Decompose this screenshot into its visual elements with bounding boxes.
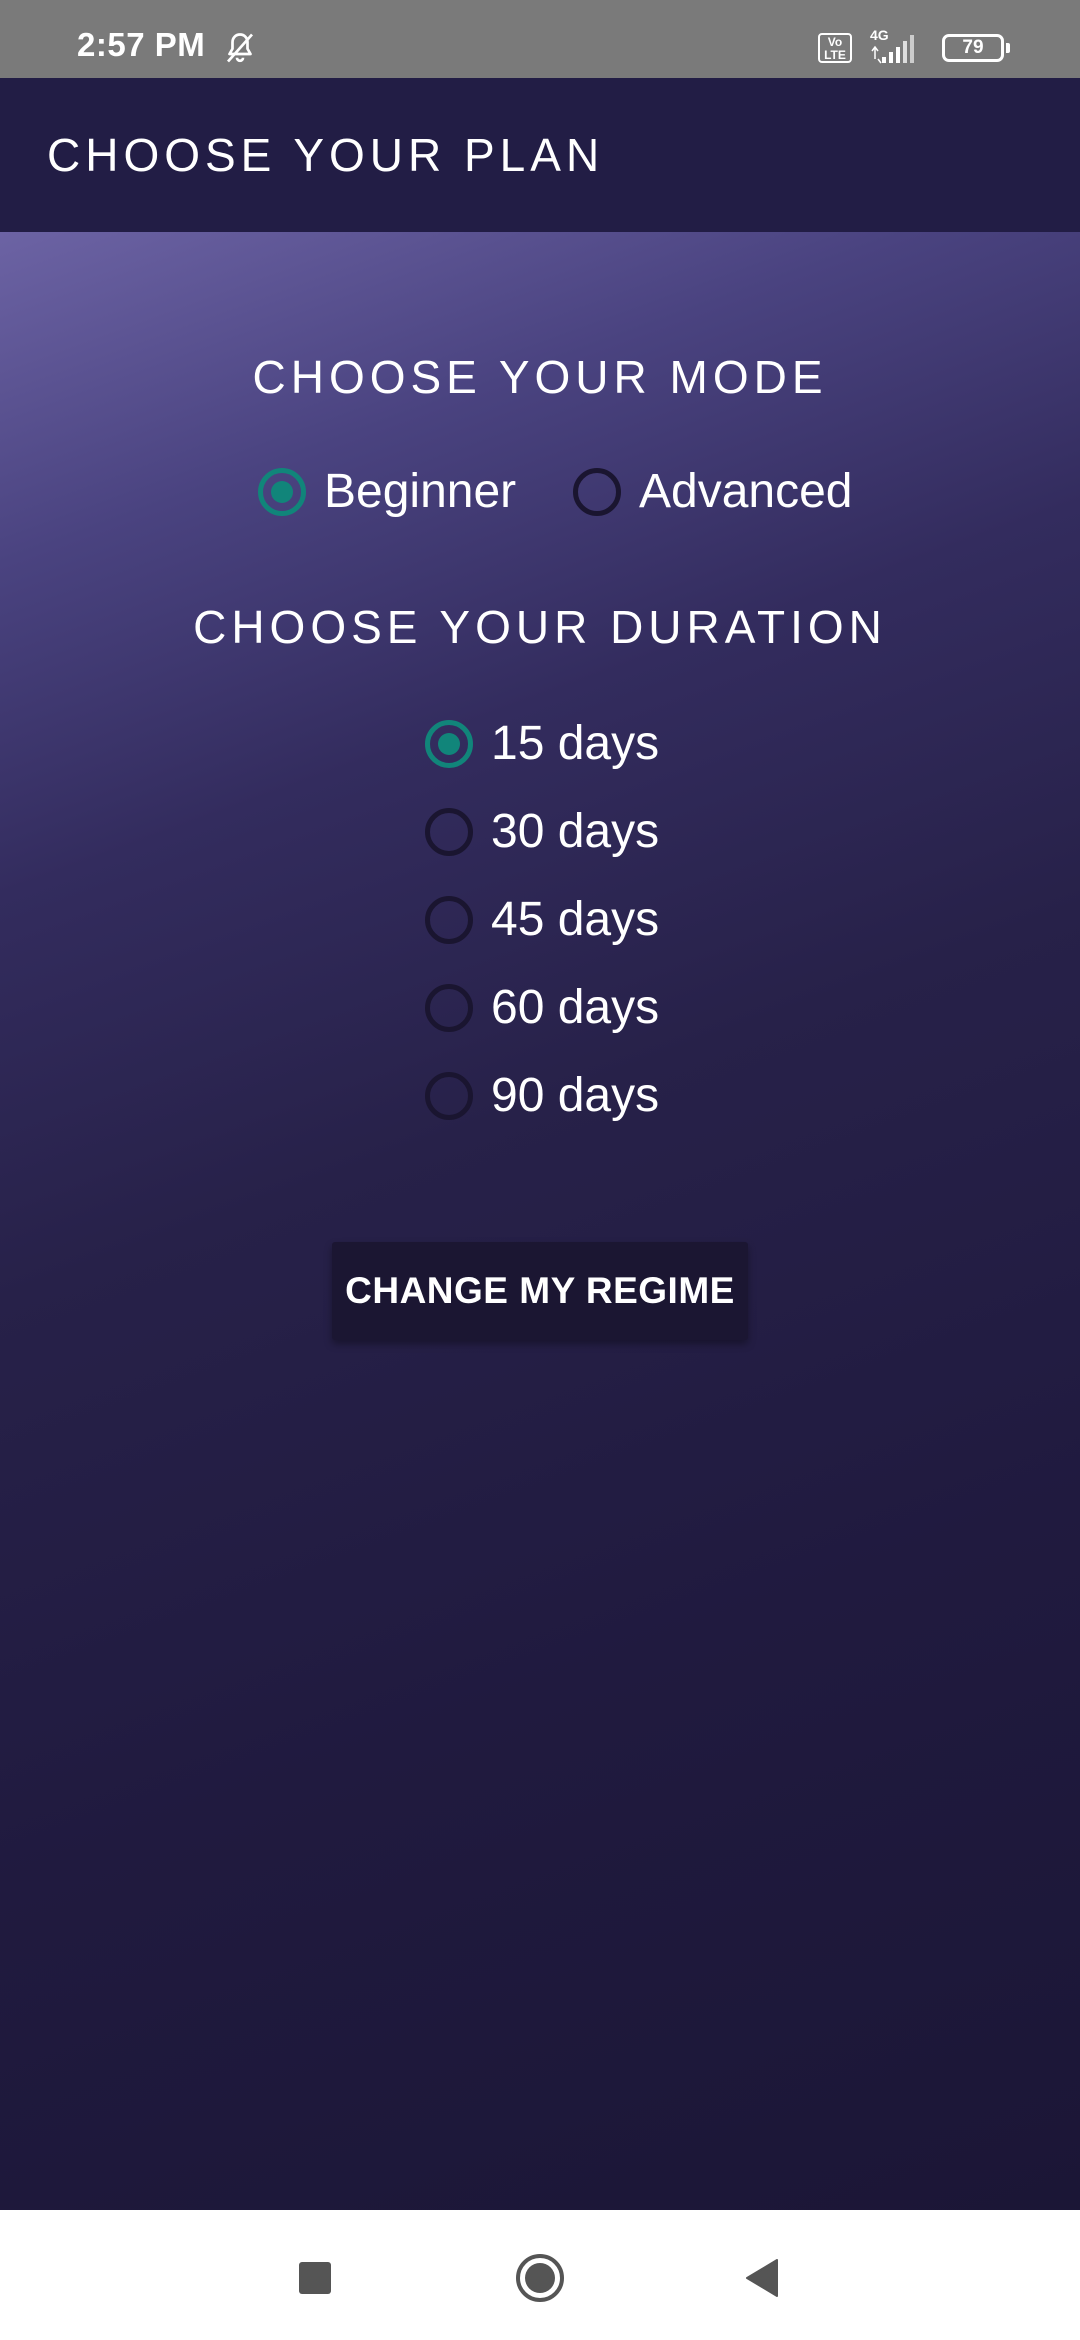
radio-label: Advanced (639, 465, 853, 518)
page-title: CHOOSE YOUR PLAN (47, 129, 605, 181)
radio-mode-advanced[interactable]: Advanced (573, 464, 853, 519)
radio-mode-beginner[interactable]: Beginner (258, 464, 516, 519)
battery-icon: 79 (942, 34, 1010, 62)
status-icons: Vo LTE 4G 79 (818, 27, 1010, 68)
status-bar: 2:57 PM Vo LTE 4G 79 (0, 0, 1080, 78)
duration-title: CHOOSE YOUR DURATION (193, 601, 887, 653)
screen: 2:57 PM Vo LTE 4G 79 CHOOSE YOUR PLAN CH… (0, 0, 1080, 2340)
mode-title: CHOOSE YOUR MODE (252, 351, 828, 403)
app-bar: CHOOSE YOUR PLAN (0, 78, 1080, 232)
radio-unchecked-icon (425, 983, 473, 1032)
home-circle-icon[interactable] (514, 2252, 566, 2304)
radio-unchecked-icon (573, 467, 621, 516)
radio-label: Beginner (324, 465, 517, 518)
radio-duration-15[interactable]: 15 days (425, 716, 659, 771)
radio-unchecked-icon (425, 895, 473, 944)
radio-checked-icon (425, 719, 473, 768)
system-nav-bar (0, 2210, 1080, 2340)
radio-duration-60[interactable]: 60 days (425, 980, 659, 1035)
volte-icon: Vo LTE (818, 33, 852, 63)
plan-content: CHOOSE YOUR MODE Beginner Advanced CHOOS… (0, 232, 1080, 2210)
status-time: 2:57 PM (77, 26, 206, 63)
recents-square-icon[interactable] (289, 2252, 341, 2304)
radio-checked-icon (258, 467, 306, 516)
change-regime-button[interactable]: CHANGE MY REGIME (332, 1242, 748, 1340)
radio-duration-45[interactable]: 45 days (425, 892, 659, 947)
signal-icon: 4G (868, 27, 926, 65)
bell-off-icon (226, 33, 254, 63)
radio-label: 30 days (491, 805, 660, 858)
radio-label: 15 days (491, 717, 660, 770)
back-triangle-icon[interactable] (737, 2252, 789, 2304)
radio-unchecked-icon (425, 1071, 473, 1120)
radio-unchecked-icon (425, 807, 473, 856)
radio-duration-30[interactable]: 30 days (425, 804, 659, 859)
radio-duration-90[interactable]: 90 days (425, 1068, 659, 1123)
radio-label: 90 days (491, 1069, 660, 1122)
radio-label: 60 days (491, 981, 660, 1034)
radio-label: 45 days (491, 893, 660, 946)
